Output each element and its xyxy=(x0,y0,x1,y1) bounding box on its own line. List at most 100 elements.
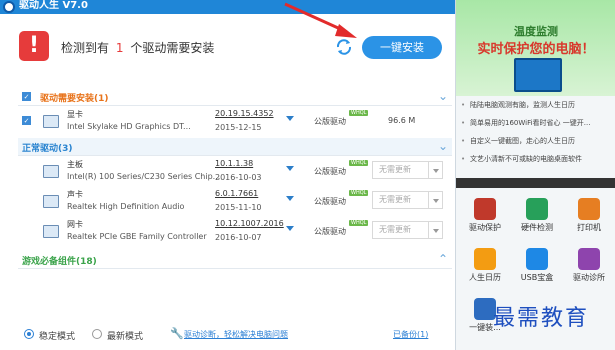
driver-version[interactable]: 10.12.1007.2016 xyxy=(215,219,284,228)
driver-date: 2016-10-03 xyxy=(215,173,262,182)
app-window: 驱动人生 V7.0 ! 检测到有 1 个驱动需要安装 一键安装 ✓ 驱动需要安装… xyxy=(0,0,615,350)
version-dropdown-icon[interactable] xyxy=(286,226,294,231)
section-game-components[interactable]: 游戏必备组件(18) ⌃ xyxy=(18,251,452,269)
speaker-icon xyxy=(43,195,59,208)
driver-version[interactable]: 10.1.1.38 xyxy=(215,159,253,168)
driver-name: 网卡 xyxy=(67,220,83,229)
one-click-install-button[interactable]: 一键安装 xyxy=(362,36,442,59)
driver-desc: Realtek High Definition Audio xyxy=(67,202,185,211)
stable-mode-label[interactable]: 稳定模式 xyxy=(39,329,75,342)
app-title: 驱动人生 V7.0 xyxy=(19,0,88,11)
latest-mode-label[interactable]: 最新模式 xyxy=(107,329,143,342)
section-normal-drivers[interactable]: 正常驱动(3) ⌄ xyxy=(18,138,452,156)
printer-icon xyxy=(578,198,600,220)
temperature-banner[interactable]: 温度监测 实时保护您的电脑！ xyxy=(456,0,615,96)
refresh-icon[interactable] xyxy=(334,37,354,57)
title-bar: 驱动人生 V7.0 xyxy=(0,0,455,14)
version-dropdown-icon[interactable] xyxy=(286,196,294,201)
driver-desc: Intel Skylake HD Graphics DT... xyxy=(67,122,191,131)
tip-item[interactable]: 简单易用的160WiFi看时省心 一键开... xyxy=(456,114,615,132)
tool-driver-clinic[interactable]: 驱动诊所 xyxy=(564,242,614,288)
chevron-down-icon[interactable] xyxy=(428,221,443,239)
driver-name: 显卡 xyxy=(67,110,83,119)
divider-bar xyxy=(456,178,615,188)
driver-type: 公版驱动 xyxy=(314,227,346,236)
driver-size: 96.6 M xyxy=(388,116,416,125)
driver-name: 主板 xyxy=(67,160,83,169)
tool-calendar[interactable]: 人生日历 xyxy=(460,242,510,288)
diagnose-link[interactable]: 驱动诊断，轻松解决电脑问题 xyxy=(184,329,288,340)
driver-row-network: 网卡 Realtek PCIe GBE Family Controller 10… xyxy=(18,218,452,251)
shield-icon xyxy=(474,198,496,220)
chevron-down-icon[interactable]: ⌄ xyxy=(438,139,448,153)
driver-type: 公版驱动 xyxy=(314,197,346,206)
whql-badge: WHQL xyxy=(349,160,369,166)
tip-item[interactable]: 陆陆电脑观测有脑，监测人生日历 xyxy=(456,96,615,114)
chevron-down-icon[interactable]: ⌄ xyxy=(438,89,448,103)
banner-subtitle: 实时保护您的电脑！ xyxy=(477,42,595,57)
detect-summary: 检测到有 1 个驱动需要安装 xyxy=(61,39,214,56)
tips-list: 陆陆电脑观测有脑，监测人生日历 简单易用的160WiFi看时省心 一键开... … xyxy=(456,96,615,168)
warning-icon: ! xyxy=(19,31,49,61)
tool-label: 驱动诊所 xyxy=(573,273,605,282)
summary-count: 1 xyxy=(115,41,124,55)
tool-hardware-check[interactable]: 硬件检测 xyxy=(512,192,562,238)
chevron-down-icon[interactable] xyxy=(428,161,443,179)
driver-date: 2016-10-07 xyxy=(215,233,262,242)
banner-title: 温度监测 xyxy=(514,25,558,38)
tool-label: 驱动保护 xyxy=(469,223,501,232)
footer-bar: 稳定模式 最新模式 🔧 驱动诊断，轻松解决电脑问题 已备份(1) xyxy=(0,319,455,350)
row-checkbox[interactable]: ✓ xyxy=(22,116,31,125)
driver-desc: Realtek PCIe GBE Family Controller xyxy=(67,232,207,241)
latest-mode-radio[interactable] xyxy=(92,329,102,339)
driver-row-audio: 声卡 Realtek High Definition Audio 6.0.1.7… xyxy=(18,188,452,221)
stable-mode-radio[interactable] xyxy=(24,329,34,339)
tool-printer[interactable]: 打印机 xyxy=(564,192,614,238)
driver-row-graphics: ✓ 显卡 Intel Skylake HD Graphics DT... 20.… xyxy=(18,108,452,141)
whql-badge: WHQL xyxy=(349,190,369,196)
tool-usb-box[interactable]: USB宝盒 xyxy=(512,242,562,288)
section-normal-title: 正常驱动(3) xyxy=(22,144,73,154)
driver-date: 2015-12-15 xyxy=(215,123,262,132)
network-card-icon xyxy=(43,225,59,238)
version-dropdown-icon[interactable] xyxy=(286,116,294,121)
tool-label: 人生日历 xyxy=(469,273,501,282)
tool-label: USB宝盒 xyxy=(520,273,554,282)
section-games-title: 游戏必备组件(18) xyxy=(22,257,97,267)
version-dropdown-icon[interactable] xyxy=(286,166,294,171)
whql-badge: WHQL xyxy=(349,220,369,226)
section-needs-install[interactable]: ✓ 驱动需要安装(1) ⌄ xyxy=(18,88,452,106)
update-select[interactable]: 无需更新 xyxy=(372,191,429,209)
driver-date: 2015-11-10 xyxy=(215,203,262,212)
driver-version[interactable]: 20.19.15.4352 xyxy=(215,109,274,118)
clinic-icon xyxy=(578,248,600,270)
update-select[interactable]: 无需更新 xyxy=(372,161,429,179)
right-panel: 温度监测 实时保护您的电脑！ 陆陆电脑观测有脑，监测人生日历 简单易用的160W… xyxy=(455,0,615,350)
update-select[interactable]: 无需更新 xyxy=(372,221,429,239)
backup-link[interactable]: 已备份(1) xyxy=(393,329,428,340)
section-select-all-checkbox[interactable]: ✓ xyxy=(22,92,31,101)
tool-label: 硬件检测 xyxy=(521,223,553,232)
app-logo-icon xyxy=(3,1,15,13)
motherboard-icon xyxy=(43,165,59,178)
tip-item[interactable]: 文艺小清新不可或缺的电脑桌面软件 xyxy=(456,150,615,168)
tool-driver-protect[interactable]: 驱动保护 xyxy=(460,192,510,238)
driver-row-motherboard: 主板 Intel(R) 100 Series/C230 Series Chip.… xyxy=(18,158,452,191)
tip-item[interactable]: 自定义一键截图，走心的人生日历 xyxy=(456,132,615,150)
calendar-icon xyxy=(474,248,496,270)
graphics-card-icon xyxy=(43,115,59,128)
section-needs-install-title: 驱动需要安装(1) xyxy=(40,94,109,104)
watermark-text: 最需教育 xyxy=(493,306,590,331)
driver-type: 公版驱动 xyxy=(314,117,346,126)
hardware-icon xyxy=(526,198,548,220)
summary-suffix: 个驱动需要安装 xyxy=(130,41,215,55)
chevron-up-icon[interactable]: ⌃ xyxy=(438,252,448,266)
usb-icon xyxy=(526,248,548,270)
summary-prefix: 检测到有 xyxy=(61,41,110,55)
chevron-down-icon[interactable] xyxy=(428,191,443,209)
whql-badge: WHQL xyxy=(349,110,369,116)
driver-type: 公版驱动 xyxy=(314,167,346,176)
driver-name: 声卡 xyxy=(67,190,83,199)
driver-desc: Intel(R) 100 Series/C230 Series Chip... xyxy=(67,172,221,181)
driver-version[interactable]: 6.0.1.7661 xyxy=(215,189,258,198)
